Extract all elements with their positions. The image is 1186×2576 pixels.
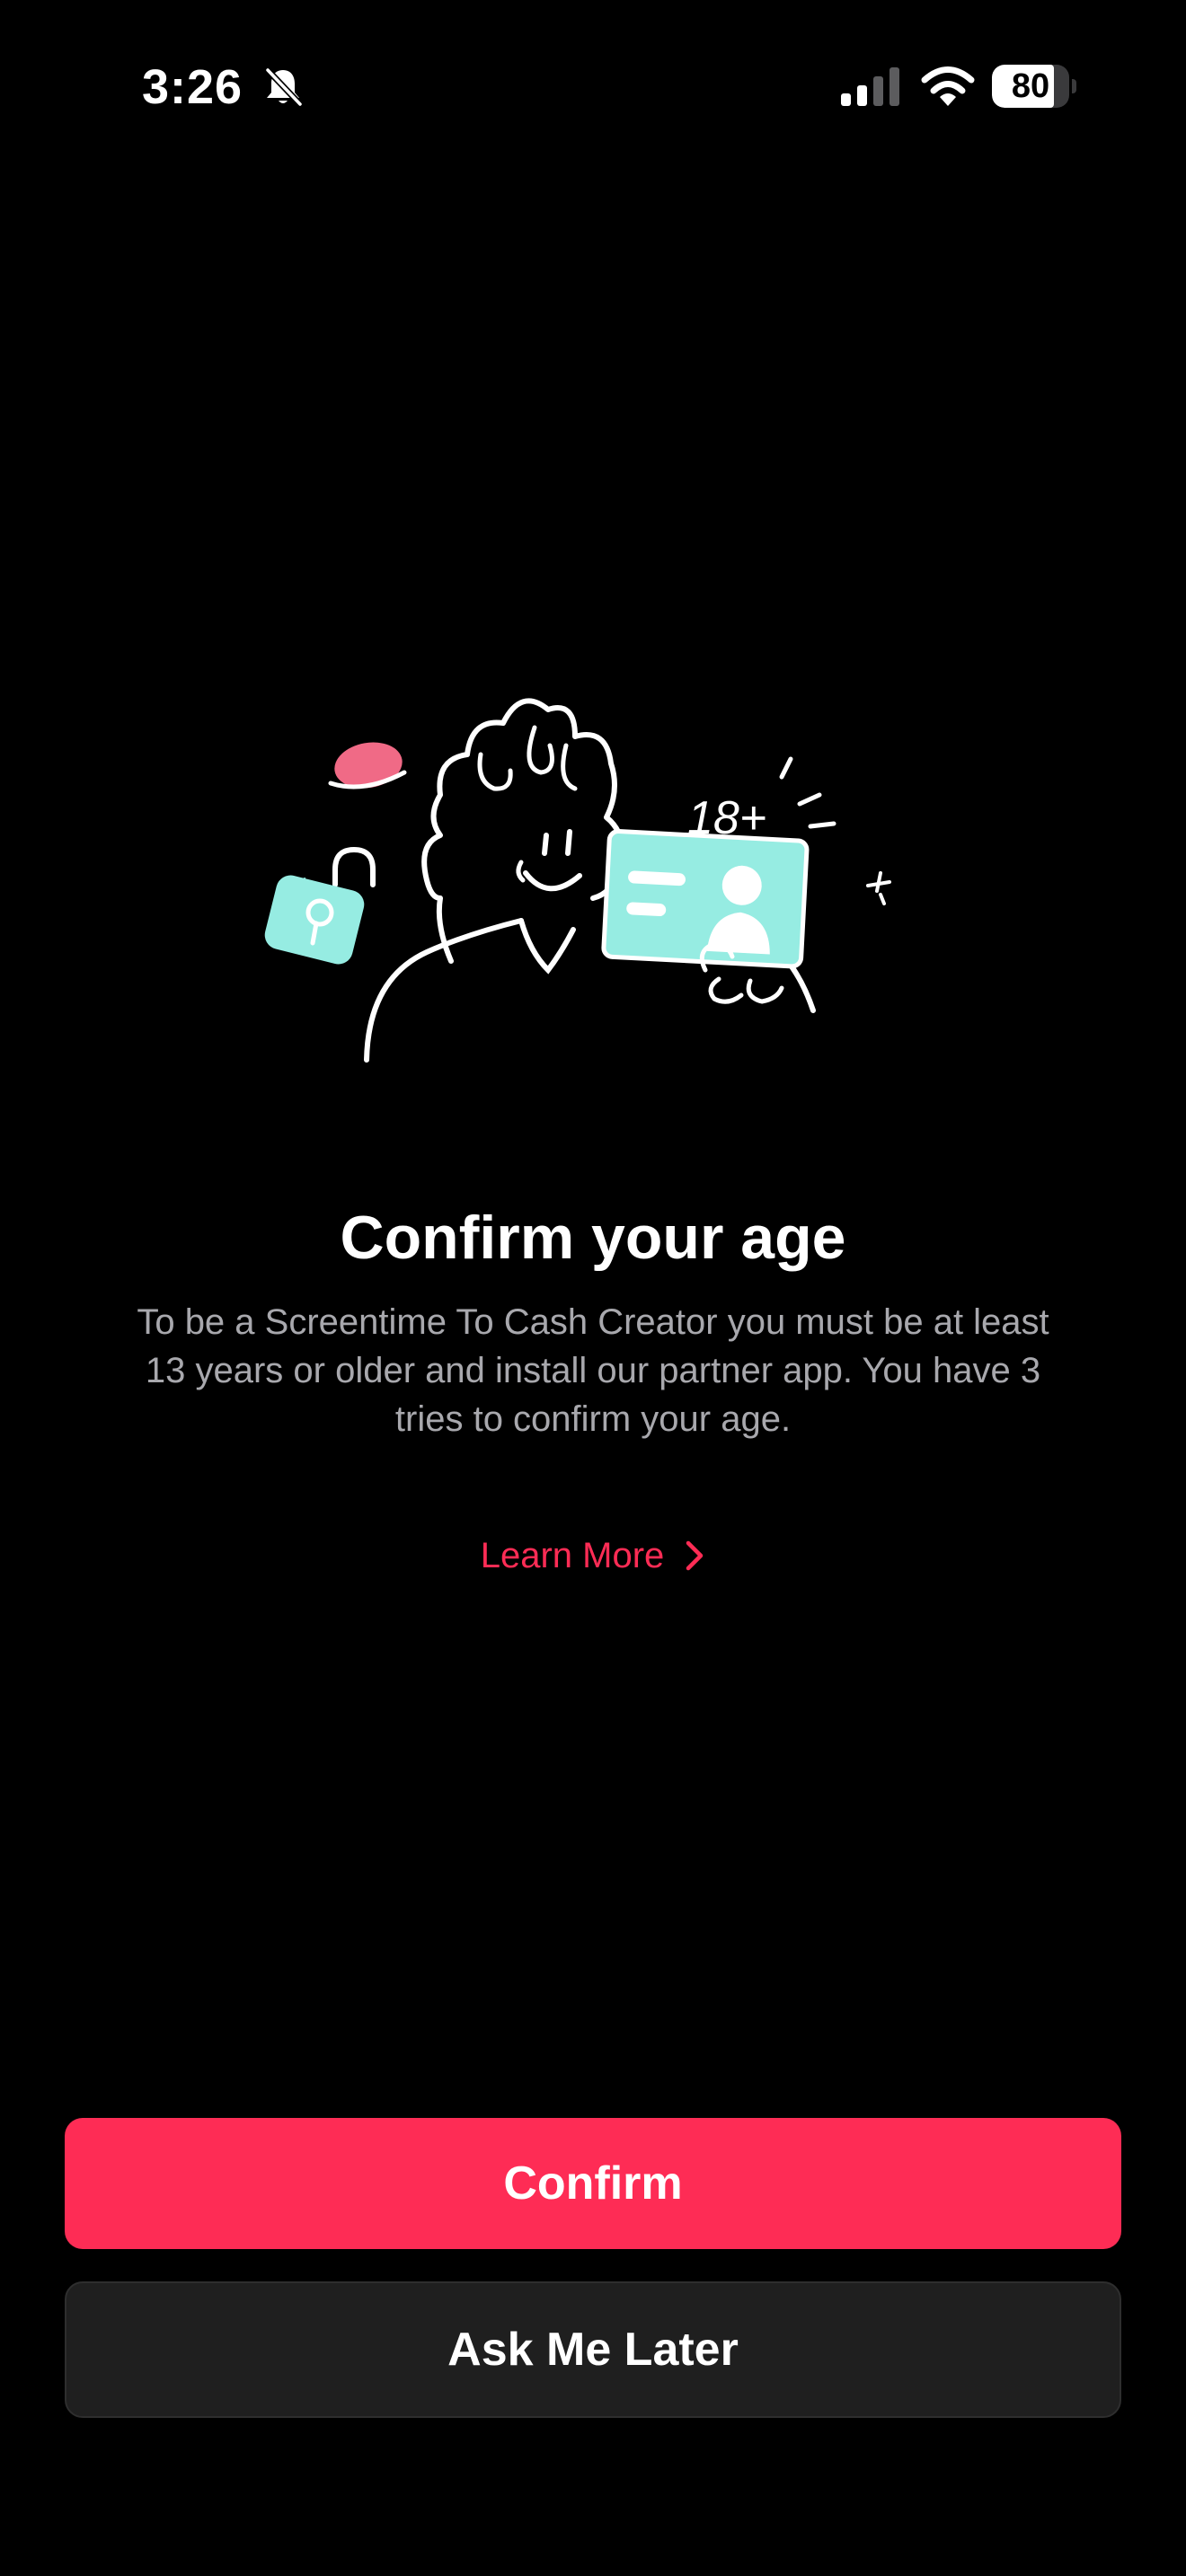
status-time: 3:26 — [142, 60, 243, 114]
description-text: To be a Screentime To Cash Creator you m… — [137, 1302, 1049, 1439]
cellular-signal-icon — [841, 67, 899, 106]
confirm-button[interactable]: Confirm — [65, 2118, 1121, 2249]
wifi-icon — [921, 66, 975, 106]
bell-slash-icon — [265, 67, 303, 107]
status-bar: 3:26 80 — [0, 0, 1186, 171]
battery-level: 80 — [1011, 67, 1050, 105]
battery-icon: 80 — [992, 65, 1076, 108]
age-verification-illustration: 18+ — [264, 698, 891, 1063]
learn-more-link[interactable]: Learn More — [449, 1527, 737, 1584]
ask-me-later-button[interactable]: Ask Me Later — [65, 2281, 1121, 2418]
learn-more-label: Learn More — [480, 1536, 665, 1575]
battery-cap — [1072, 79, 1076, 93]
page-title: Confirm your age — [340, 1204, 846, 1272]
chevron-right-icon — [686, 1540, 704, 1571]
battery-body: 80 — [992, 65, 1069, 108]
